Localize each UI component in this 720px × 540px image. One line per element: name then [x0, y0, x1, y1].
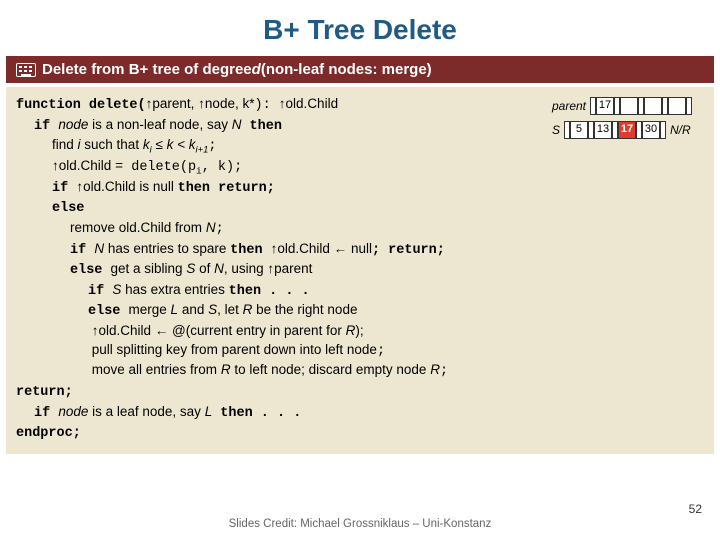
code-line: if N has entries to spare then ↑old.Chil…	[16, 240, 704, 261]
code-line: return;	[16, 382, 704, 403]
code-line: endproc;	[16, 423, 704, 444]
code-line: if node is a leaf node, say L then . . .	[16, 403, 704, 424]
parent-node: 17	[590, 97, 692, 115]
section-suffix: (non-leaf nodes: merge)	[261, 61, 432, 78]
section-degree: d	[252, 61, 261, 78]
credit-line: Slides Credit: Michael Grossniklaus – Un…	[0, 518, 720, 530]
code-line: remove old.Child from N;	[16, 219, 704, 240]
code-block: parent 17 S 5 13 17 30 N/R function dele…	[6, 87, 714, 454]
code-line: else merge L and S, let R be the right n…	[16, 301, 704, 322]
code-line: else	[16, 198, 704, 219]
section-prefix: Delete from B+ tree of degree	[42, 61, 252, 78]
slide-title: B+ Tree Delete	[0, 0, 720, 56]
s-label: S	[552, 122, 560, 139]
section-bar: Delete from B+ tree of degree d (non-lea…	[6, 56, 714, 83]
btree-diagram: parent 17 S 5 13 17 30 N/R	[552, 97, 692, 145]
code-line: move all entries from R to left node; di…	[16, 361, 704, 382]
page-number: 52	[689, 502, 702, 516]
code-line: ↑old.Child ← @(current entry in parent f…	[16, 322, 704, 341]
keyboard-icon	[16, 63, 36, 77]
code-line: else get a sibling S of N, using ↑parent	[16, 260, 704, 281]
code-line: if S has extra entries then . . .	[16, 281, 704, 302]
code-line: pull splitting key from parent down into…	[16, 341, 704, 362]
s-node: 5 13 17 30	[564, 121, 666, 139]
code-line: ↑old.Child = delete(pi, k);	[16, 157, 704, 178]
code-line: if ↑old.Child is null then return;	[16, 178, 704, 199]
nr-label: N/R	[670, 122, 691, 139]
parent-label: parent	[552, 98, 586, 115]
